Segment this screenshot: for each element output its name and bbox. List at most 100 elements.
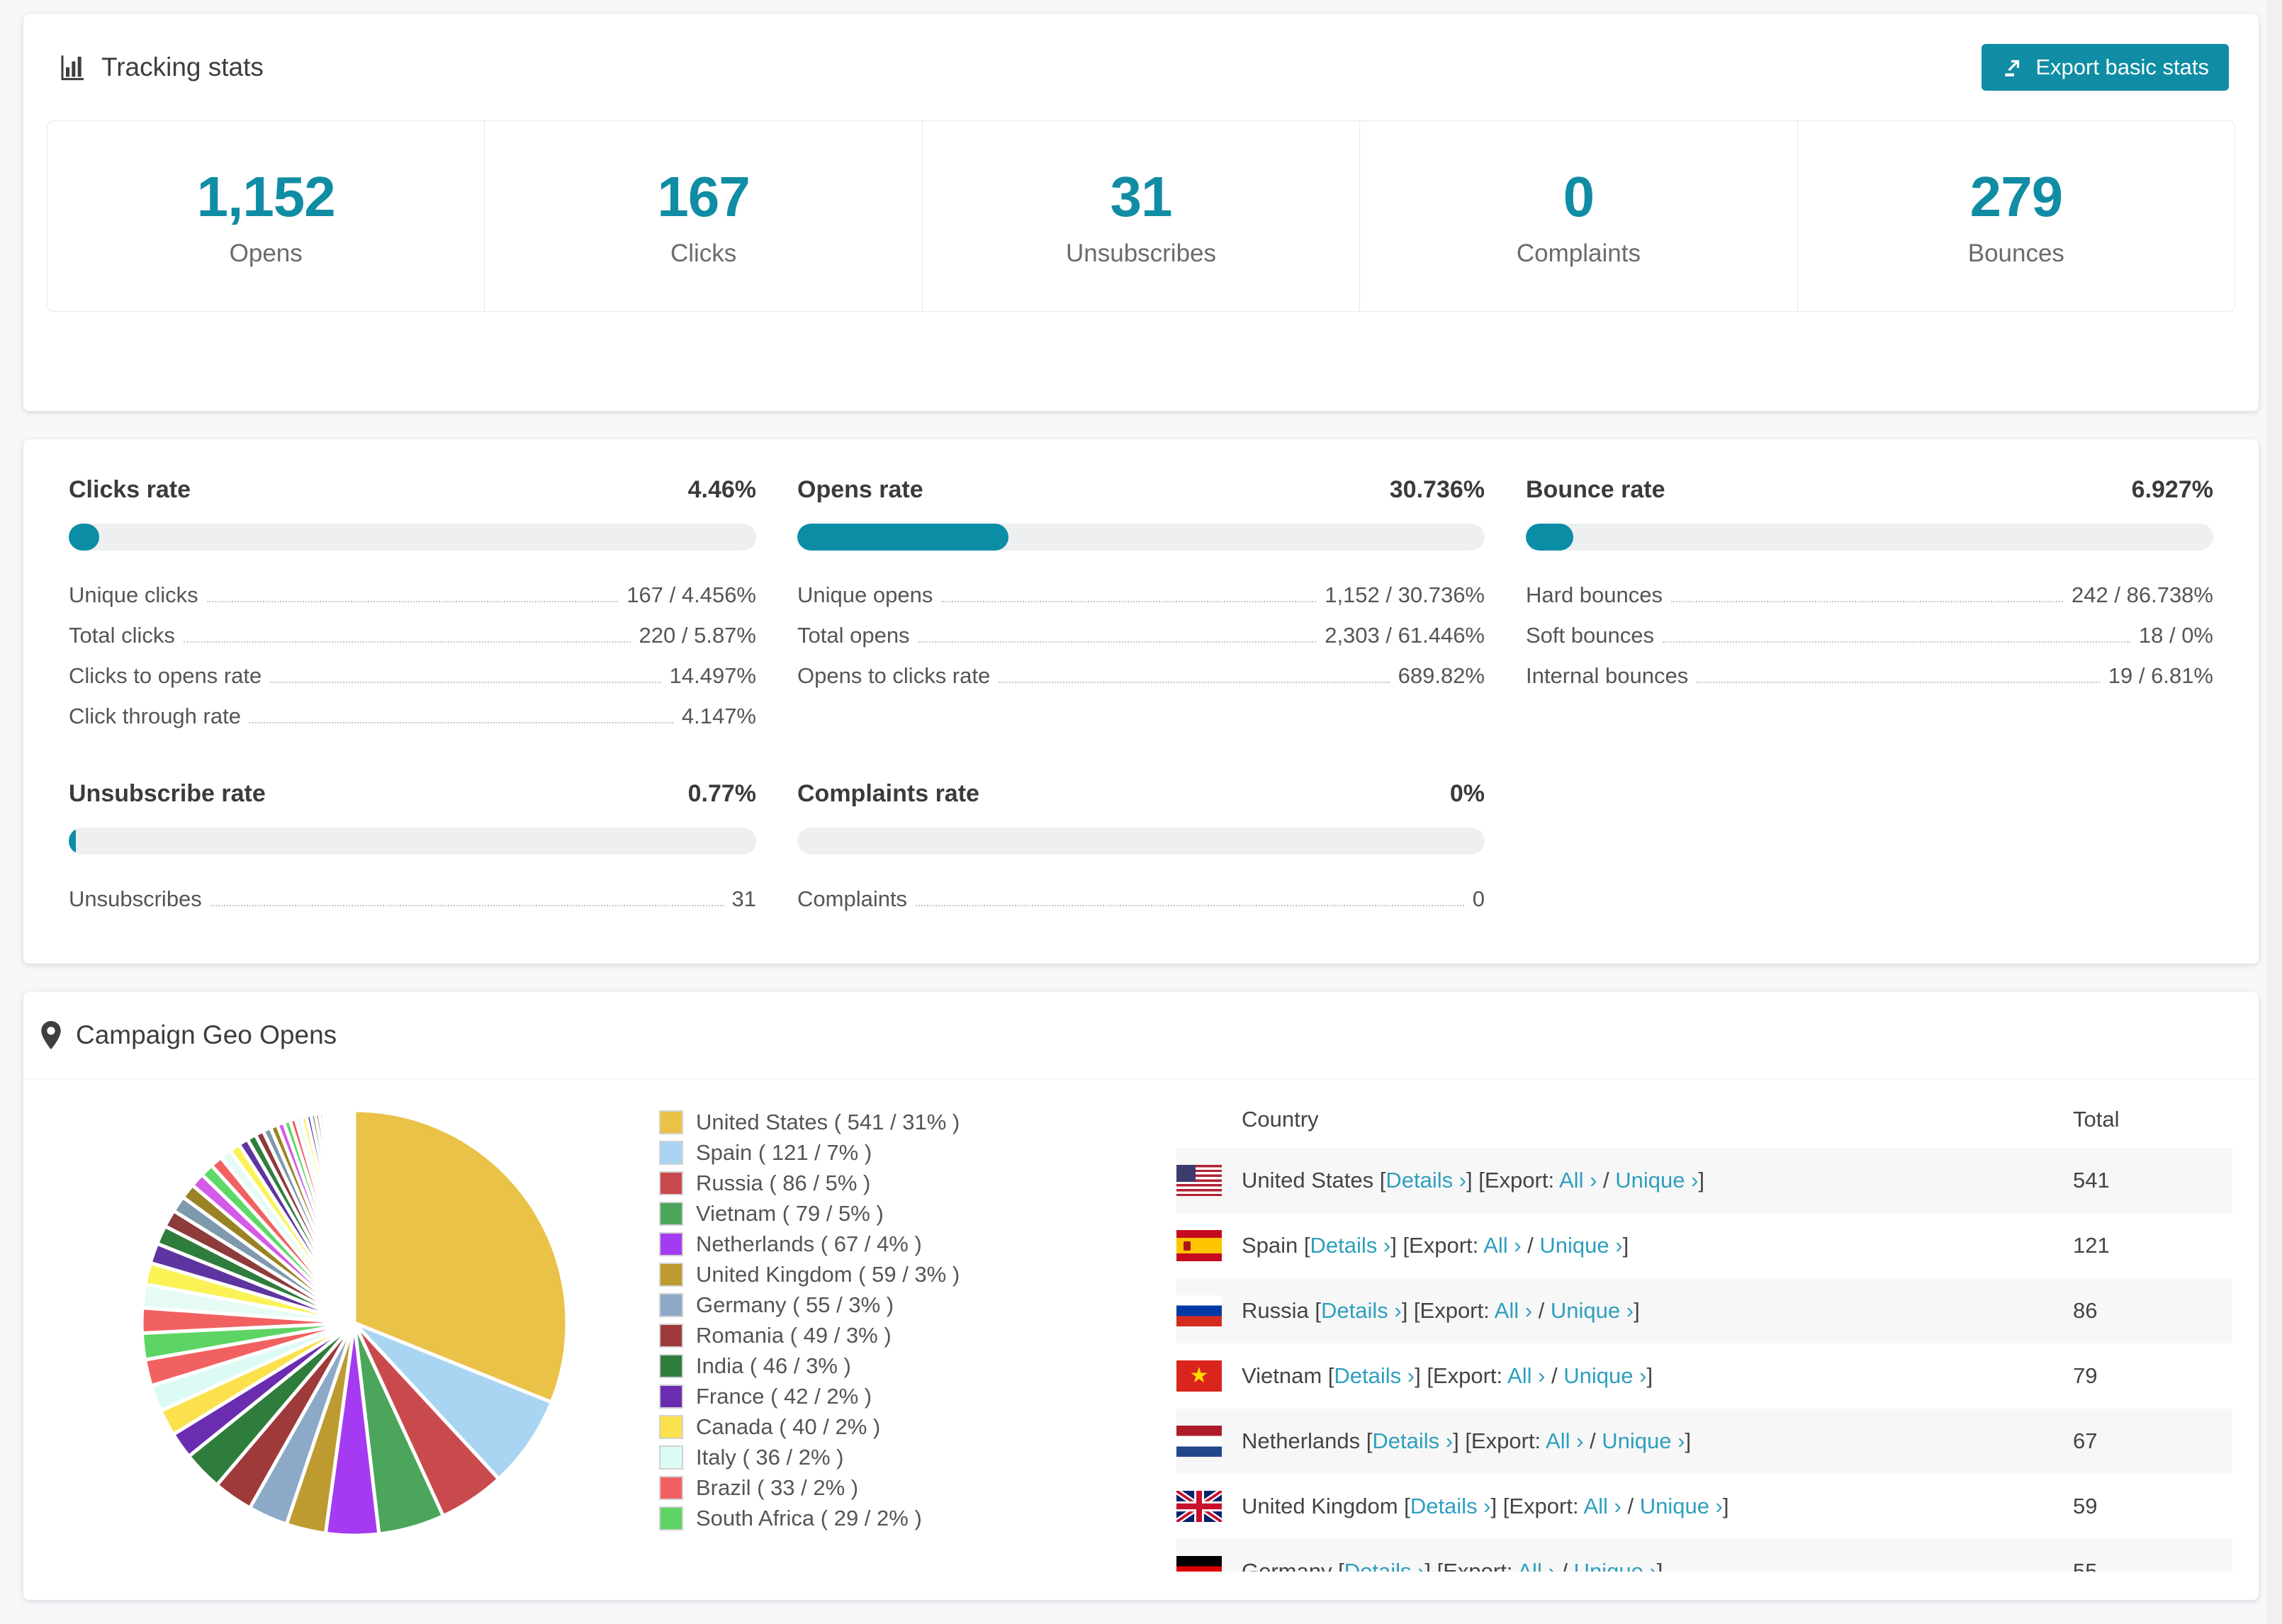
- export-all-link[interactable]: All ›: [1583, 1494, 1621, 1518]
- geo-table-row: United States [Details ›] [Export: All ›…: [1176, 1148, 2232, 1213]
- metric-row: Total clicks 220 / 5.87%: [69, 612, 756, 653]
- flag-vn: ★: [1176, 1360, 1222, 1392]
- rate-progress-bar: [797, 828, 1485, 855]
- country-cell: Netherlands [Details ›] [Export: All › /…: [1242, 1428, 1692, 1453]
- export-unique-link[interactable]: Unique ›: [1574, 1559, 1657, 1572]
- geo-opens-card: Campaign Geo Opens United States ( 541 /…: [23, 992, 2259, 1600]
- geo-table-header: Country Total: [1176, 1091, 2232, 1148]
- metric-row: Complaints 0: [797, 876, 1485, 916]
- dotted-leader: [916, 905, 1464, 906]
- details-link[interactable]: Details ›: [1386, 1168, 1466, 1192]
- pie-slice[interactable]: [351, 1108, 356, 1325]
- metric-row: Clicks to opens rate 14.497%: [69, 653, 756, 693]
- dotted-leader: [270, 682, 661, 683]
- geo-table: Country Total United States [Details ›] …: [1176, 1091, 2232, 1572]
- geo-pie-chart[interactable]: [124, 1093, 585, 1553]
- legend-item: Italy ( 36 / 2% ): [659, 1442, 1098, 1472]
- metric-value: 14.497%: [669, 663, 756, 688]
- metric-value: 18 / 0%: [2138, 623, 2213, 648]
- stat-value: 0: [1563, 165, 1595, 228]
- export-unique-link[interactable]: Unique ›: [1615, 1168, 1698, 1192]
- export-all-link[interactable]: All ›: [1546, 1428, 1583, 1453]
- legend-swatch: [659, 1140, 683, 1165]
- metric-row: Unique opens 1,152 / 30.736%: [797, 572, 1485, 612]
- legend-label: Germany ( 55 / 3% ): [696, 1292, 894, 1317]
- metric-label: Hard bounces: [1526, 582, 1663, 607]
- legend-swatch: [659, 1353, 683, 1378]
- legend-label: France ( 42 / 2% ): [696, 1383, 872, 1409]
- rate-title: Unsubscribe rate: [69, 780, 266, 807]
- legend-swatch: [659, 1292, 683, 1317]
- country-cell: Spain [Details ›] [Export: All › / Uniqu…: [1242, 1233, 1629, 1258]
- export-all-link[interactable]: All ›: [1507, 1363, 1545, 1388]
- dotted-leader: [206, 601, 619, 602]
- export-all-link[interactable]: All ›: [1495, 1298, 1532, 1323]
- metric-value: 0: [1472, 886, 1485, 911]
- flag-es: [1176, 1230, 1222, 1261]
- metric-row: Internal bounces 19 / 6.81%: [1526, 653, 2213, 693]
- details-link[interactable]: Details ›: [1310, 1233, 1391, 1258]
- metric-value: 167 / 4.456%: [626, 582, 756, 607]
- stat-label: Clicks: [670, 239, 737, 267]
- legend-swatch: [659, 1445, 683, 1470]
- geo-table-row: Russia [Details ›] [Export: All › / Uniq…: [1176, 1278, 2232, 1343]
- export-unique-link[interactable]: Unique ›: [1563, 1363, 1646, 1388]
- dashboard-page: Tracking stats Export basic stats 1,152 …: [0, 0, 2282, 1624]
- stat-value: 167: [657, 165, 750, 228]
- legend-swatch: [659, 1475, 683, 1500]
- rate-progress-fill: [1526, 524, 1574, 551]
- legend-label: India ( 46 / 3% ): [696, 1353, 851, 1378]
- legend-item: Spain ( 121 / 7% ): [659, 1137, 1098, 1168]
- stat-value: 279: [1969, 165, 2063, 228]
- metric-label: Unique opens: [797, 582, 933, 607]
- dotted-leader: [210, 905, 724, 906]
- details-link[interactable]: Details ›: [1321, 1298, 1402, 1323]
- stat-tile-clicks: 167 Clicks: [485, 121, 923, 311]
- total-cell: 121: [2073, 1233, 2110, 1258]
- details-link[interactable]: Details ›: [1372, 1428, 1453, 1453]
- stat-tile-complaints: 0 Complaints: [1360, 121, 1798, 311]
- export-unique-link[interactable]: Unique ›: [1551, 1298, 1634, 1323]
- details-link[interactable]: Details ›: [1410, 1494, 1491, 1518]
- export-all-link[interactable]: All ›: [1483, 1233, 1521, 1258]
- total-column-header: Total: [2073, 1107, 2120, 1132]
- legend-item: India ( 46 / 3% ): [659, 1350, 1098, 1381]
- rate-value: 0%: [1449, 780, 1485, 807]
- stat-label: Unsubscribes: [1065, 239, 1217, 267]
- metric-value: 19 / 6.81%: [2108, 663, 2213, 688]
- legend-swatch: [659, 1384, 683, 1409]
- geo-table-row: Spain [Details ›] [Export: All › / Uniqu…: [1176, 1213, 2232, 1278]
- rate-section: Bounce rate 6.927% Hard bounces 242 / 86…: [1526, 476, 2213, 733]
- legend-swatch: [659, 1110, 683, 1134]
- legend-swatch: [659, 1201, 683, 1226]
- details-link[interactable]: Details ›: [1334, 1363, 1415, 1388]
- legend-swatch: [659, 1506, 683, 1530]
- flag-gb: [1176, 1491, 1222, 1522]
- country-cell: Vietnam [Details ›] [Export: All › / Uni…: [1242, 1363, 1653, 1388]
- legend-label: Spain ( 121 / 7% ): [696, 1139, 872, 1165]
- vertical-scrollbar[interactable]: [2266, 0, 2282, 1624]
- legend-item: United Kingdom ( 59 / 3% ): [659, 1259, 1098, 1290]
- tracking-stats-title-wrap: Tracking stats: [59, 52, 264, 82]
- tracking-stats-card: Tracking stats Export basic stats 1,152 …: [23, 14, 2259, 411]
- rate-section: Clicks rate 4.46% Unique clicks 167 / 4.…: [69, 476, 756, 733]
- stat-tile-unsubscribes: 31 Unsubscribes: [923, 121, 1361, 311]
- rates-grid: Clicks rate 4.46% Unique clicks 167 / 4.…: [23, 439, 2259, 916]
- rate-value: 4.46%: [687, 476, 756, 503]
- legend-swatch: [659, 1231, 683, 1256]
- export-basic-stats-button[interactable]: Export basic stats: [1982, 44, 2229, 91]
- export-unique-link[interactable]: Unique ›: [1640, 1494, 1723, 1518]
- export-unique-link[interactable]: Unique ›: [1539, 1233, 1622, 1258]
- total-cell: 67: [2073, 1428, 2098, 1453]
- map-pin-icon: [40, 1021, 62, 1049]
- legend-item: United States ( 541 / 31% ): [659, 1107, 1098, 1137]
- export-all-link[interactable]: All ›: [1559, 1168, 1597, 1192]
- rate-value: 6.927%: [2131, 476, 2213, 503]
- legend-item: South Africa ( 29 / 2% ): [659, 1503, 1098, 1533]
- export-all-link[interactable]: All ›: [1517, 1559, 1555, 1572]
- legend-label: Vietnam ( 79 / 5% ): [696, 1200, 884, 1226]
- export-unique-link[interactable]: Unique ›: [1602, 1428, 1685, 1453]
- metric-row: Unique clicks 167 / 4.456%: [69, 572, 756, 612]
- metric-value: 689.82%: [1398, 663, 1485, 688]
- details-link[interactable]: Details ›: [1344, 1559, 1425, 1572]
